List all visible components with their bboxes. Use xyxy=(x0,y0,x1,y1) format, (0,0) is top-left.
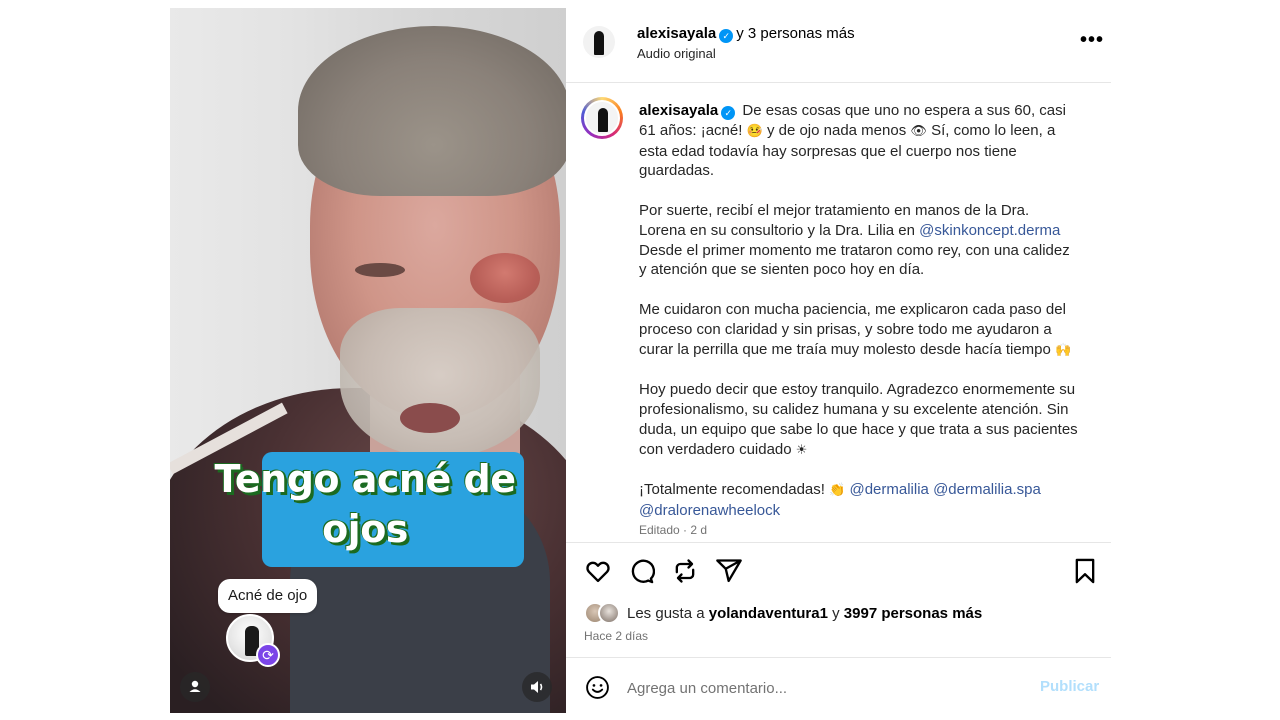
avatar-figure xyxy=(594,31,604,55)
likes-connector: y xyxy=(832,605,840,622)
edited-timestamp: Editado · 2 d xyxy=(639,523,708,537)
mention-link[interactable]: @dermalilia.spa xyxy=(933,481,1041,498)
caption-text: Me cuidaron con mucha paciencia, me expl… xyxy=(639,300,1066,358)
author-username[interactable]: alexisayala xyxy=(637,25,716,42)
volume-icon-svg xyxy=(531,681,543,693)
caption-paragraph-1: alexisayala ✓ De esas cosas que uno no es… xyxy=(639,101,1079,181)
likes-divider xyxy=(566,657,1111,658)
user-tag-icon[interactable] xyxy=(180,672,210,702)
video-hair xyxy=(298,26,566,196)
caption-paragraph-5: ¡Totalmente recomendadas! 👏 @dermalilia … xyxy=(639,480,1079,521)
likes-summary[interactable]: Les gusta a yolandaventura1 y 3997 perso… xyxy=(627,605,982,622)
header-divider xyxy=(566,82,1111,83)
verified-icon: ✓ xyxy=(719,29,734,43)
emoji-picker-icon[interactable] xyxy=(585,675,610,700)
post-timestamp[interactable]: Hace 2 días xyxy=(584,629,648,643)
video-eye-left xyxy=(355,263,405,277)
caption-text: Hoy puedo decir que estoy tranquilo. Agr… xyxy=(639,381,1078,458)
caption-paragraph-4: Hoy puedo decir que estoy tranquilo. Agr… xyxy=(639,380,1079,460)
post-caption: alexisayala ✓ De esas cosas que uno no es… xyxy=(639,101,1079,521)
sun-emoji-icon: ☀ xyxy=(795,442,808,458)
comment-input[interactable] xyxy=(627,676,1017,700)
comment-icon[interactable] xyxy=(627,557,655,585)
user-tag-icon-svg xyxy=(189,680,201,692)
audio-label[interactable]: Audio original xyxy=(637,46,716,61)
caption-text: Desde el primer momento me trataron como… xyxy=(639,241,1070,279)
likers-avatars[interactable] xyxy=(584,602,624,624)
mention-link[interactable]: @skinkoncept.derma xyxy=(919,222,1060,239)
mention-link[interactable]: @dermalilia xyxy=(849,481,928,498)
volume-icon[interactable] xyxy=(522,672,552,702)
post-comment-button[interactable]: Publicar xyxy=(1040,678,1099,695)
repost-icon[interactable] xyxy=(671,557,699,585)
caption-text: ¡Totalmente recomendadas! xyxy=(639,481,825,499)
video-eye-right-swollen xyxy=(470,253,540,303)
raised-hands-emoji-icon: 🙌 xyxy=(1055,342,1072,358)
heart-icon[interactable] xyxy=(584,557,612,585)
remix-icon[interactable]: ⟳ xyxy=(256,643,280,667)
avatar-figure xyxy=(598,108,608,132)
share-icon[interactable] xyxy=(715,557,743,585)
clapping-hands-emoji-icon: 👏 xyxy=(829,483,846,499)
coauthors-link[interactable]: y 3 personas más xyxy=(736,25,854,42)
likes-prefix: Les gusta a xyxy=(627,605,705,622)
author-avatar[interactable] xyxy=(583,26,615,58)
caption-divider xyxy=(566,542,1111,543)
mention-link[interactable]: @dralorenawheelock xyxy=(639,502,780,519)
more-options-icon[interactable]: ••• xyxy=(1080,30,1104,50)
sick-face-emoji-icon: 🤒 xyxy=(746,123,763,139)
liker-username[interactable]: yolandaventura1 xyxy=(709,605,828,622)
overlay-text: Tengo acné de ojos xyxy=(214,457,516,551)
caption-username[interactable]: alexisayala xyxy=(639,102,718,119)
liker-avatar xyxy=(598,602,620,624)
eye-emoji-icon: 👁 xyxy=(910,123,927,139)
likes-count[interactable]: 3997 personas más xyxy=(844,605,982,622)
caption-paragraph-2: Por suerte, recibí el mejor tratamiento … xyxy=(639,201,1079,280)
video-mouth xyxy=(400,403,460,433)
video-beard xyxy=(340,308,540,458)
post-author-line: alexisayala ✓ y 3 personas más xyxy=(637,25,855,43)
caption-text: y de ojo nada menos xyxy=(766,121,907,139)
caption-paragraph-3: Me cuidaron con mucha paciencia, me expl… xyxy=(639,300,1079,360)
bookmark-icon[interactable] xyxy=(1071,557,1099,585)
product-tag-bubble[interactable]: Acné de ojo xyxy=(218,579,318,613)
caption-avatar[interactable] xyxy=(584,100,620,136)
verified-icon: ✓ xyxy=(721,106,736,120)
